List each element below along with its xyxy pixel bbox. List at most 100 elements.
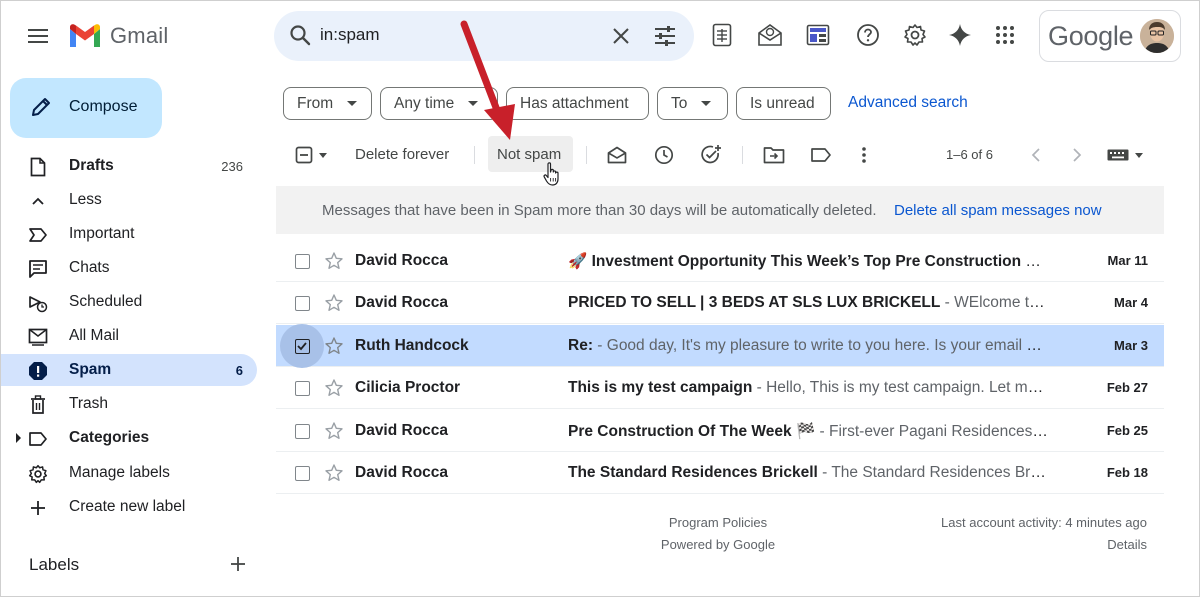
row-checkbox[interactable] — [288, 459, 316, 487]
delete-all-spam-link[interactable]: Delete all spam messages now — [894, 202, 1102, 219]
add-label-button[interactable] — [227, 553, 249, 575]
row-checkbox[interactable] — [280, 324, 324, 368]
program-policies-link[interactable]: Program Policies — [618, 515, 818, 530]
important-icon — [28, 225, 48, 245]
advanced-search-link[interactable]: Advanced search — [848, 94, 968, 112]
templates-addon-button[interactable] — [800, 17, 836, 53]
compose-button[interactable]: Compose — [10, 78, 162, 138]
checkbox-minus-icon — [295, 146, 313, 164]
star-icon[interactable] — [324, 336, 344, 356]
newer-page-button[interactable] — [1023, 142, 1049, 168]
message-row[interactable]: David Rocca Pre Construction Of The Week… — [276, 410, 1164, 452]
sidebar-item-label: Important — [69, 225, 135, 242]
support-button[interactable] — [850, 17, 886, 53]
activity-details-link[interactable]: Details — [1107, 537, 1147, 552]
sidebar-item-label: Drafts — [69, 157, 114, 174]
sidebar-item-all-mail[interactable]: All Mail — [0, 320, 257, 352]
filter-chip-to[interactable]: To — [657, 87, 728, 120]
snippet: - First-ever Pagani Residences ... — [815, 423, 1048, 440]
settings-button[interactable] — [897, 17, 933, 53]
filter-chip-any-time[interactable]: Any time — [380, 87, 498, 120]
row-checkbox[interactable] — [288, 417, 316, 445]
tune-icon — [655, 26, 675, 46]
google-apps-button[interactable] — [987, 17, 1023, 53]
add-to-tasks-button[interactable] — [698, 142, 724, 168]
star-icon[interactable] — [324, 378, 344, 398]
avatar[interactable] — [1140, 19, 1174, 53]
sidebar-item-manage-labels[interactable]: Manage labels — [0, 457, 257, 489]
google-account-button[interactable]: Google — [1039, 10, 1181, 62]
search-options-button[interactable] — [652, 23, 678, 49]
sidebar-item-trash[interactable]: Trash — [0, 388, 257, 420]
sidebar-item-spam[interactable]: Spam 6 — [0, 354, 257, 386]
mail-merge-addon-button[interactable] — [752, 17, 788, 53]
search-icon[interactable] — [288, 23, 312, 47]
sidebar-item-label: Create new label — [69, 498, 186, 515]
add-task-icon — [701, 145, 721, 164]
clear-search-button[interactable] — [608, 23, 634, 49]
star-icon[interactable] — [324, 463, 344, 483]
sidebar-item-create-label[interactable]: Create new label — [0, 491, 257, 523]
row-checkbox[interactable] — [288, 289, 316, 317]
plus-icon — [28, 498, 48, 518]
spam-icon — [28, 361, 48, 381]
checkbox-icon — [294, 423, 310, 439]
main-menu-button[interactable] — [18, 16, 58, 56]
message-row[interactable]: Ruth Handcock Re: - Good day, It's my pl… — [276, 324, 1164, 368]
mark-as-read-button[interactable] — [604, 142, 630, 168]
spam-notice-text: Messages that have been in Spam more tha… — [322, 202, 877, 219]
sidebar-item-important[interactable]: Important — [0, 218, 257, 250]
toolbar-divider — [742, 146, 743, 164]
move-to-button[interactable] — [761, 142, 787, 168]
hand-cursor-icon — [543, 162, 559, 186]
sidebar-item-drafts[interactable]: Drafts 236 — [0, 150, 257, 182]
sidebar-item-label: Manage labels — [69, 464, 170, 481]
search-input[interactable]: in:spam — [320, 25, 380, 45]
sidebar-item-less[interactable]: Less — [0, 184, 257, 216]
filter-chip-from[interactable]: From — [283, 87, 372, 120]
pencil-icon — [32, 98, 50, 116]
row-checkbox[interactable] — [288, 247, 316, 275]
unread-count: 236 — [221, 159, 243, 174]
checkbox-icon — [294, 253, 310, 269]
chevron-left-icon — [1031, 148, 1040, 162]
row-checkbox[interactable] — [288, 374, 316, 402]
message-date: Feb 18 — [1106, 465, 1148, 480]
sidebar-item-categories[interactable]: Categories — [0, 422, 257, 454]
gemini-button[interactable] — [942, 17, 978, 53]
star-icon[interactable] — [324, 251, 344, 271]
input-tools-button[interactable] — [1104, 142, 1146, 168]
message-row[interactable]: David Rocca PRICED TO SELL | 3 BEDS AT S… — [276, 282, 1164, 324]
settings-icon — [904, 24, 926, 46]
expand-arrow-icon[interactable] — [16, 433, 21, 443]
message-content: 🚀 Investment Opportunity This Week’s Top… — [568, 252, 1048, 271]
sidebar-item-chats[interactable]: Chats — [0, 252, 257, 284]
message-date: Feb 27 — [1106, 380, 1148, 395]
delete-forever-button[interactable]: Delete forever — [355, 146, 449, 163]
keyboard-icon — [1107, 149, 1129, 161]
move-to-folder-icon — [763, 147, 785, 164]
filter-chip-has-attachment[interactable]: Has attachment — [506, 87, 649, 120]
labels-button[interactable] — [808, 142, 834, 168]
message-row[interactable]: David Rocca The Standard Residences Bric… — [276, 452, 1164, 494]
snooze-button[interactable] — [651, 142, 677, 168]
select-all-checkbox[interactable] — [289, 142, 333, 168]
compose-label: Compose — [69, 98, 138, 115]
sidebar-item-scheduled[interactable]: Scheduled — [0, 286, 257, 318]
message-row[interactable]: David Rocca 🚀 Investment Opportunity Thi… — [276, 240, 1164, 282]
spreadsheet-icon — [712, 23, 732, 47]
star-icon[interactable] — [324, 293, 344, 313]
gmail-logo[interactable]: Gmail — [68, 20, 168, 52]
star-icon[interactable] — [324, 421, 344, 441]
chevron-right-icon — [1073, 148, 1082, 162]
sheets-addon-button[interactable] — [704, 17, 740, 53]
search-bar[interactable]: in:spam — [274, 11, 694, 61]
draft-icon — [28, 157, 48, 177]
chat-icon — [28, 259, 48, 279]
older-page-button[interactable] — [1064, 142, 1090, 168]
message-content: Re: - Good day, It's my pleasure to writ… — [568, 337, 1048, 355]
gmail-m-icon — [70, 24, 100, 47]
more-options-button[interactable] — [851, 142, 877, 168]
filter-chip-is-unread[interactable]: Is unread — [736, 87, 831, 120]
message-row[interactable]: Cilicia Proctor This is my test campaign… — [276, 367, 1164, 409]
